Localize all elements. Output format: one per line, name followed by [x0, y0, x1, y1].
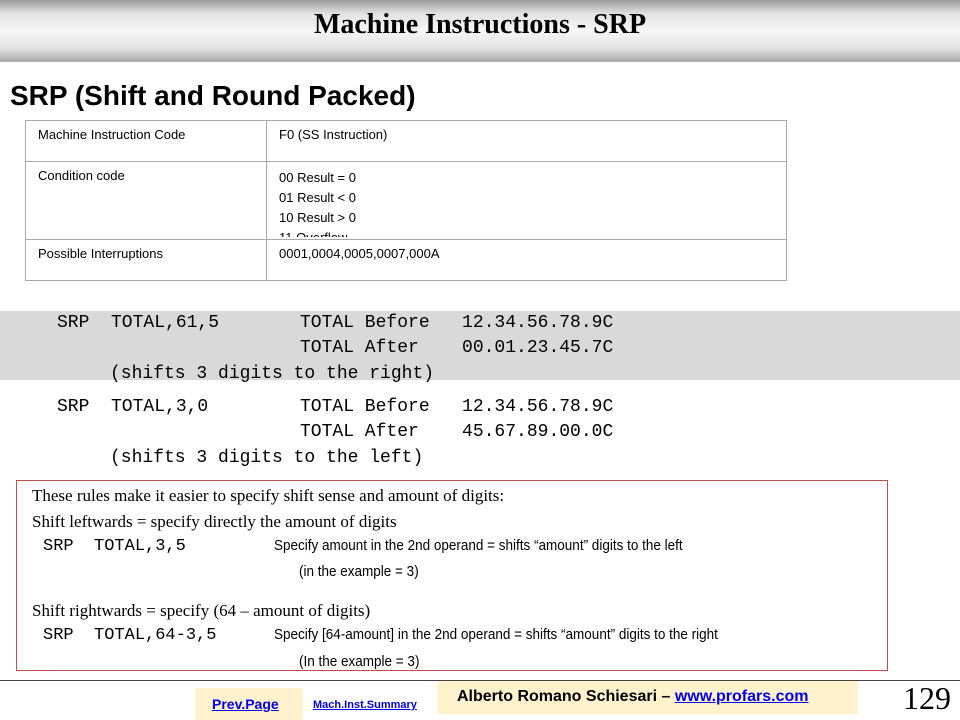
condition-code-line: 01 Result < 0: [279, 190, 356, 205]
condition-code-line: 10 Result > 0: [279, 210, 356, 225]
condition-code-line: 00 Result = 0: [279, 170, 356, 185]
rules-intro: These rules make it easier to specify sh…: [32, 486, 505, 505]
author-name: Alberto Romano Schiesari –: [457, 688, 675, 705]
example-2-note: (shifts 3 digits to the left): [110, 448, 424, 468]
rules-right-heading: Shift rightwards = specify (64 – amount …: [32, 601, 371, 620]
interruptions-label: Possible Interruptions: [25, 239, 267, 281]
rules-right-example: (In the example = 3): [299, 653, 420, 670]
rules-left-example: (in the example = 3): [299, 563, 419, 580]
page-title: Machine Instructions - SRP: [313, 9, 647, 40]
example-1-after: TOTAL After 00.01.23.45.7C: [300, 338, 614, 358]
condition-code-values: 00 Result = 0 01 Result < 0 10 Result > …: [266, 161, 787, 240]
condition-code-label: Condition code: [25, 161, 267, 240]
machine-code-value: F0 (SS Instruction): [266, 120, 787, 162]
example-2-before: TOTAL Before 12.34.56.78.9C: [300, 397, 614, 417]
table-row: Possible Interruptions 0001,0004,0005,00…: [25, 239, 787, 281]
author-credit: Alberto Romano Schiesari – www.profars.c…: [457, 688, 809, 706]
example-1-note: (shifts 3 digits to the right): [110, 364, 435, 384]
prev-page-link[interactable]: Prev.Page: [212, 696, 279, 712]
instruction-info-table: Machine Instruction Code F0 (SS Instruct…: [25, 120, 787, 281]
condition-code-line: 11 Overflow: [279, 228, 786, 237]
page-number: 129: [903, 680, 951, 716]
section-subtitle: SRP (Shift and Round Packed): [10, 80, 416, 111]
example-2-after: TOTAL After 45.67.89.00.0C: [300, 422, 614, 442]
machine-code-label: Machine Instruction Code: [25, 120, 267, 162]
interruptions-value: 0001,0004,0005,0007,000A: [266, 239, 787, 281]
table-row: Machine Instruction Code F0 (SS Instruct…: [25, 120, 787, 162]
example-1-instruction: SRP TOTAL,61,5: [57, 313, 220, 333]
rules-left-heading: Shift leftwards = specify directly the a…: [32, 512, 397, 531]
rules-left-description: Specify amount in the 2nd operand = shif…: [274, 537, 683, 554]
rules-left-code: SRP TOTAL,3,5: [43, 537, 186, 556]
table-row: Condition code 00 Result = 0 01 Result <…: [25, 161, 787, 240]
author-website-link[interactable]: www.profars.com: [675, 688, 809, 705]
rules-right-code: SRP TOTAL,64-3,5: [43, 626, 217, 645]
mach-inst-summary-link[interactable]: Mach.Inst.Summary: [313, 699, 417, 711]
rules-right-description: Specify [64-amount] in the 2nd operand =…: [274, 626, 718, 643]
example-2-instruction: SRP TOTAL,3,0: [57, 397, 209, 417]
example-1-before: TOTAL Before 12.34.56.78.9C: [300, 313, 614, 333]
